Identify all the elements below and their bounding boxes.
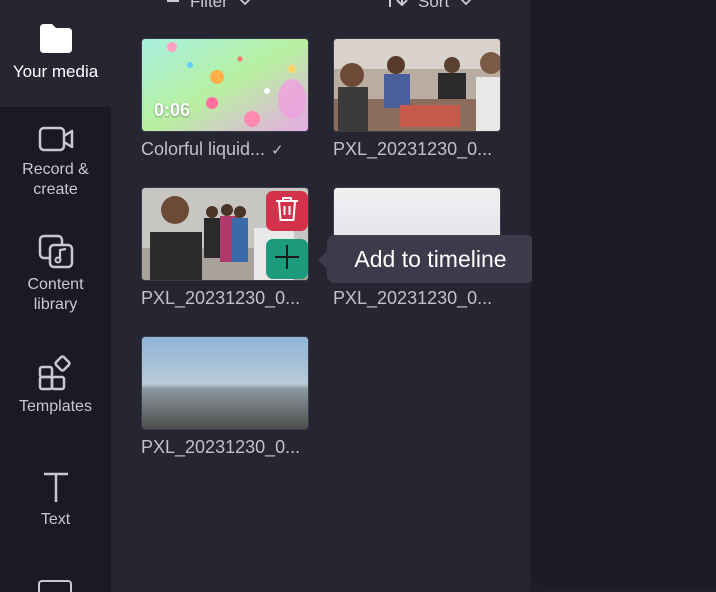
- partial-nav-icon: [38, 580, 72, 592]
- sidebar-item-label: Content library: [27, 276, 84, 313]
- sort-label: Sort: [418, 0, 450, 11]
- sidebar: Your media Record & create Content libra…: [0, 0, 111, 592]
- chevron-down-icon: [238, 0, 252, 12]
- chevron-down-icon: [459, 0, 473, 12]
- sort-arrows-icon: [386, 0, 408, 14]
- delete-button[interactable]: [266, 191, 308, 231]
- trash-icon: [274, 195, 300, 228]
- templates-icon: [38, 355, 74, 391]
- filter-label: Filter: [190, 0, 228, 11]
- media-thumbnail[interactable]: [141, 187, 309, 281]
- add-to-timeline-tooltip: Add to timeline: [318, 235, 534, 283]
- video-camera-icon: [38, 124, 74, 154]
- filter-icon: [166, 0, 180, 12]
- sidebar-item-your-media[interactable]: Your media: [0, 0, 111, 107]
- plus-icon: [274, 244, 300, 275]
- filter-button[interactable]: Filter: [166, 0, 252, 12]
- checkmark-icon: ✓: [271, 142, 284, 159]
- content-library-icon: [37, 233, 75, 271]
- duration-label: 0:06: [154, 100, 191, 120]
- media-name: PXL_20231230_0...: [333, 288, 493, 308]
- media-item[interactable]: 0:06 Colorful liquid... ✓: [141, 38, 309, 160]
- media-name: PXL_20231230_0...: [141, 437, 301, 457]
- media-item[interactable]: PXL_20231230_0...: [141, 336, 309, 458]
- sidebar-item-record-create[interactable]: Record & create: [0, 124, 111, 200]
- sidebar-item-content-library[interactable]: Content library: [0, 233, 111, 315]
- sidebar-item-label: Templates: [19, 398, 92, 415]
- media-thumbnail[interactable]: [333, 38, 501, 132]
- media-name: Colorful liquid...: [141, 139, 266, 159]
- sidebar-item-templates[interactable]: Templates: [0, 355, 111, 417]
- preview-panel: [532, 0, 716, 586]
- media-name: PXL_20231230_0...: [333, 139, 493, 159]
- media-thumbnail[interactable]: [141, 336, 309, 430]
- media-item[interactable]: PXL_20231230_0...: [141, 187, 309, 309]
- sidebar-item-text[interactable]: Text: [0, 470, 111, 530]
- media-thumbnail[interactable]: 0:06: [141, 38, 309, 132]
- sidebar-item-label: Your media: [12, 62, 99, 81]
- add-to-timeline-button[interactable]: [266, 239, 308, 279]
- folder-icon: [38, 22, 74, 54]
- sidebar-item-label: Text: [40, 511, 71, 528]
- media-item[interactable]: PXL_20231230_0...: [333, 38, 501, 160]
- sidebar-item-label: Record & create: [22, 161, 89, 198]
- text-icon: [41, 470, 71, 504]
- media-name: PXL_20231230_0...: [141, 288, 301, 308]
- sort-button[interactable]: Sort: [386, 0, 473, 12]
